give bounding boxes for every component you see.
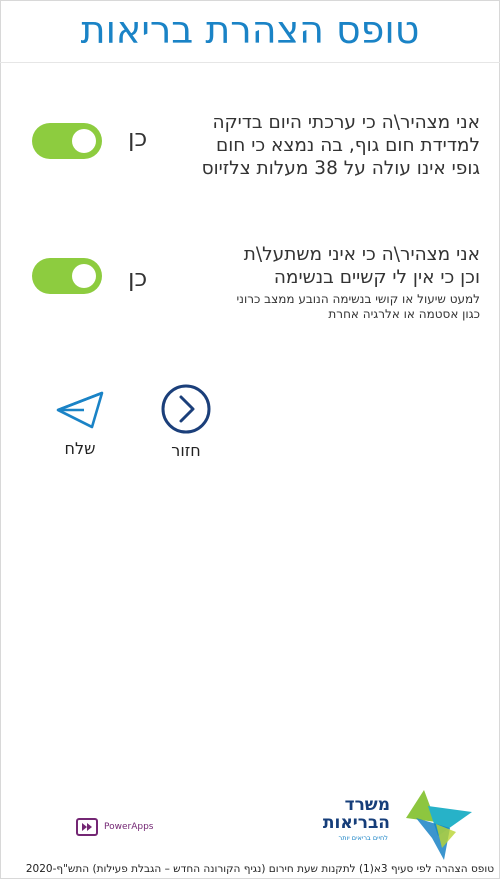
cough-yes-label: כן xyxy=(128,264,148,292)
declaration-line: אני מצהיר\ה כי איני משתעל\ת xyxy=(243,244,480,265)
send-label: שלח xyxy=(64,439,96,458)
toggle-knob xyxy=(72,264,96,288)
declaration-line: וכן כי אין לי קשיים בנשימה xyxy=(273,267,480,288)
paper-plane-icon xyxy=(56,391,104,429)
powerapps-mark-icon xyxy=(82,823,92,831)
ministry-name-line: הבריאות xyxy=(322,813,390,833)
powerapps-label: PowerApps xyxy=(104,822,154,832)
note-line: למעט שיעול או קושי בנשימה הנובע ממצב כרו… xyxy=(236,292,480,306)
temperature-toggle[interactable] xyxy=(32,123,102,159)
ministry-name: משרד הבריאות xyxy=(323,796,390,832)
ministry-slogan: לחיים בריאים יותר xyxy=(338,834,388,842)
declaration-temperature: אני מצהיר\ה כי ערכתי היום בדיקה למדידת ח… xyxy=(202,111,480,180)
declaration-line: למדידת חום גוף, בה נמצא כי חום xyxy=(215,135,480,156)
temperature-yes-label: כן xyxy=(128,124,148,152)
powerapps-logo: PowerApps xyxy=(76,818,153,836)
note-line: כגון אסטמה או אלרגיה אחרת xyxy=(328,307,480,321)
ministry-name-line: משרד xyxy=(344,795,390,815)
back-label: חזור xyxy=(171,441,201,460)
declaration-line: אני מצהיר\ה כי ערכתי היום בדיקה xyxy=(212,112,480,133)
declaration-line: גופי אינו עולה על 38 מעלות צלזיוס xyxy=(201,158,480,179)
toggle-knob xyxy=(72,129,96,153)
title-divider xyxy=(0,62,500,63)
declaration-note: למעט שיעול או קושי בנשימה הנובע ממצב כרו… xyxy=(236,292,480,322)
cough-toggle[interactable] xyxy=(32,258,102,294)
powerapps-logo-icon xyxy=(76,818,98,836)
back-button[interactable]: חזור xyxy=(152,383,220,460)
page-title: טופס הצהרת בריאות xyxy=(80,8,420,52)
legal-footer: טופס הצהרה לפי סעיף 3א(1) לתקנות שעת חיר… xyxy=(25,863,494,875)
send-button[interactable]: שלח xyxy=(50,387,110,458)
ministry-of-health-logo: משרד הבריאות לחיים בריאים יותר xyxy=(323,788,472,860)
declaration-cough: אני מצהיר\ה כי איני משתעל\ת וכן כי אין ל… xyxy=(236,243,480,322)
chevron-right-circle-icon xyxy=(161,384,211,434)
